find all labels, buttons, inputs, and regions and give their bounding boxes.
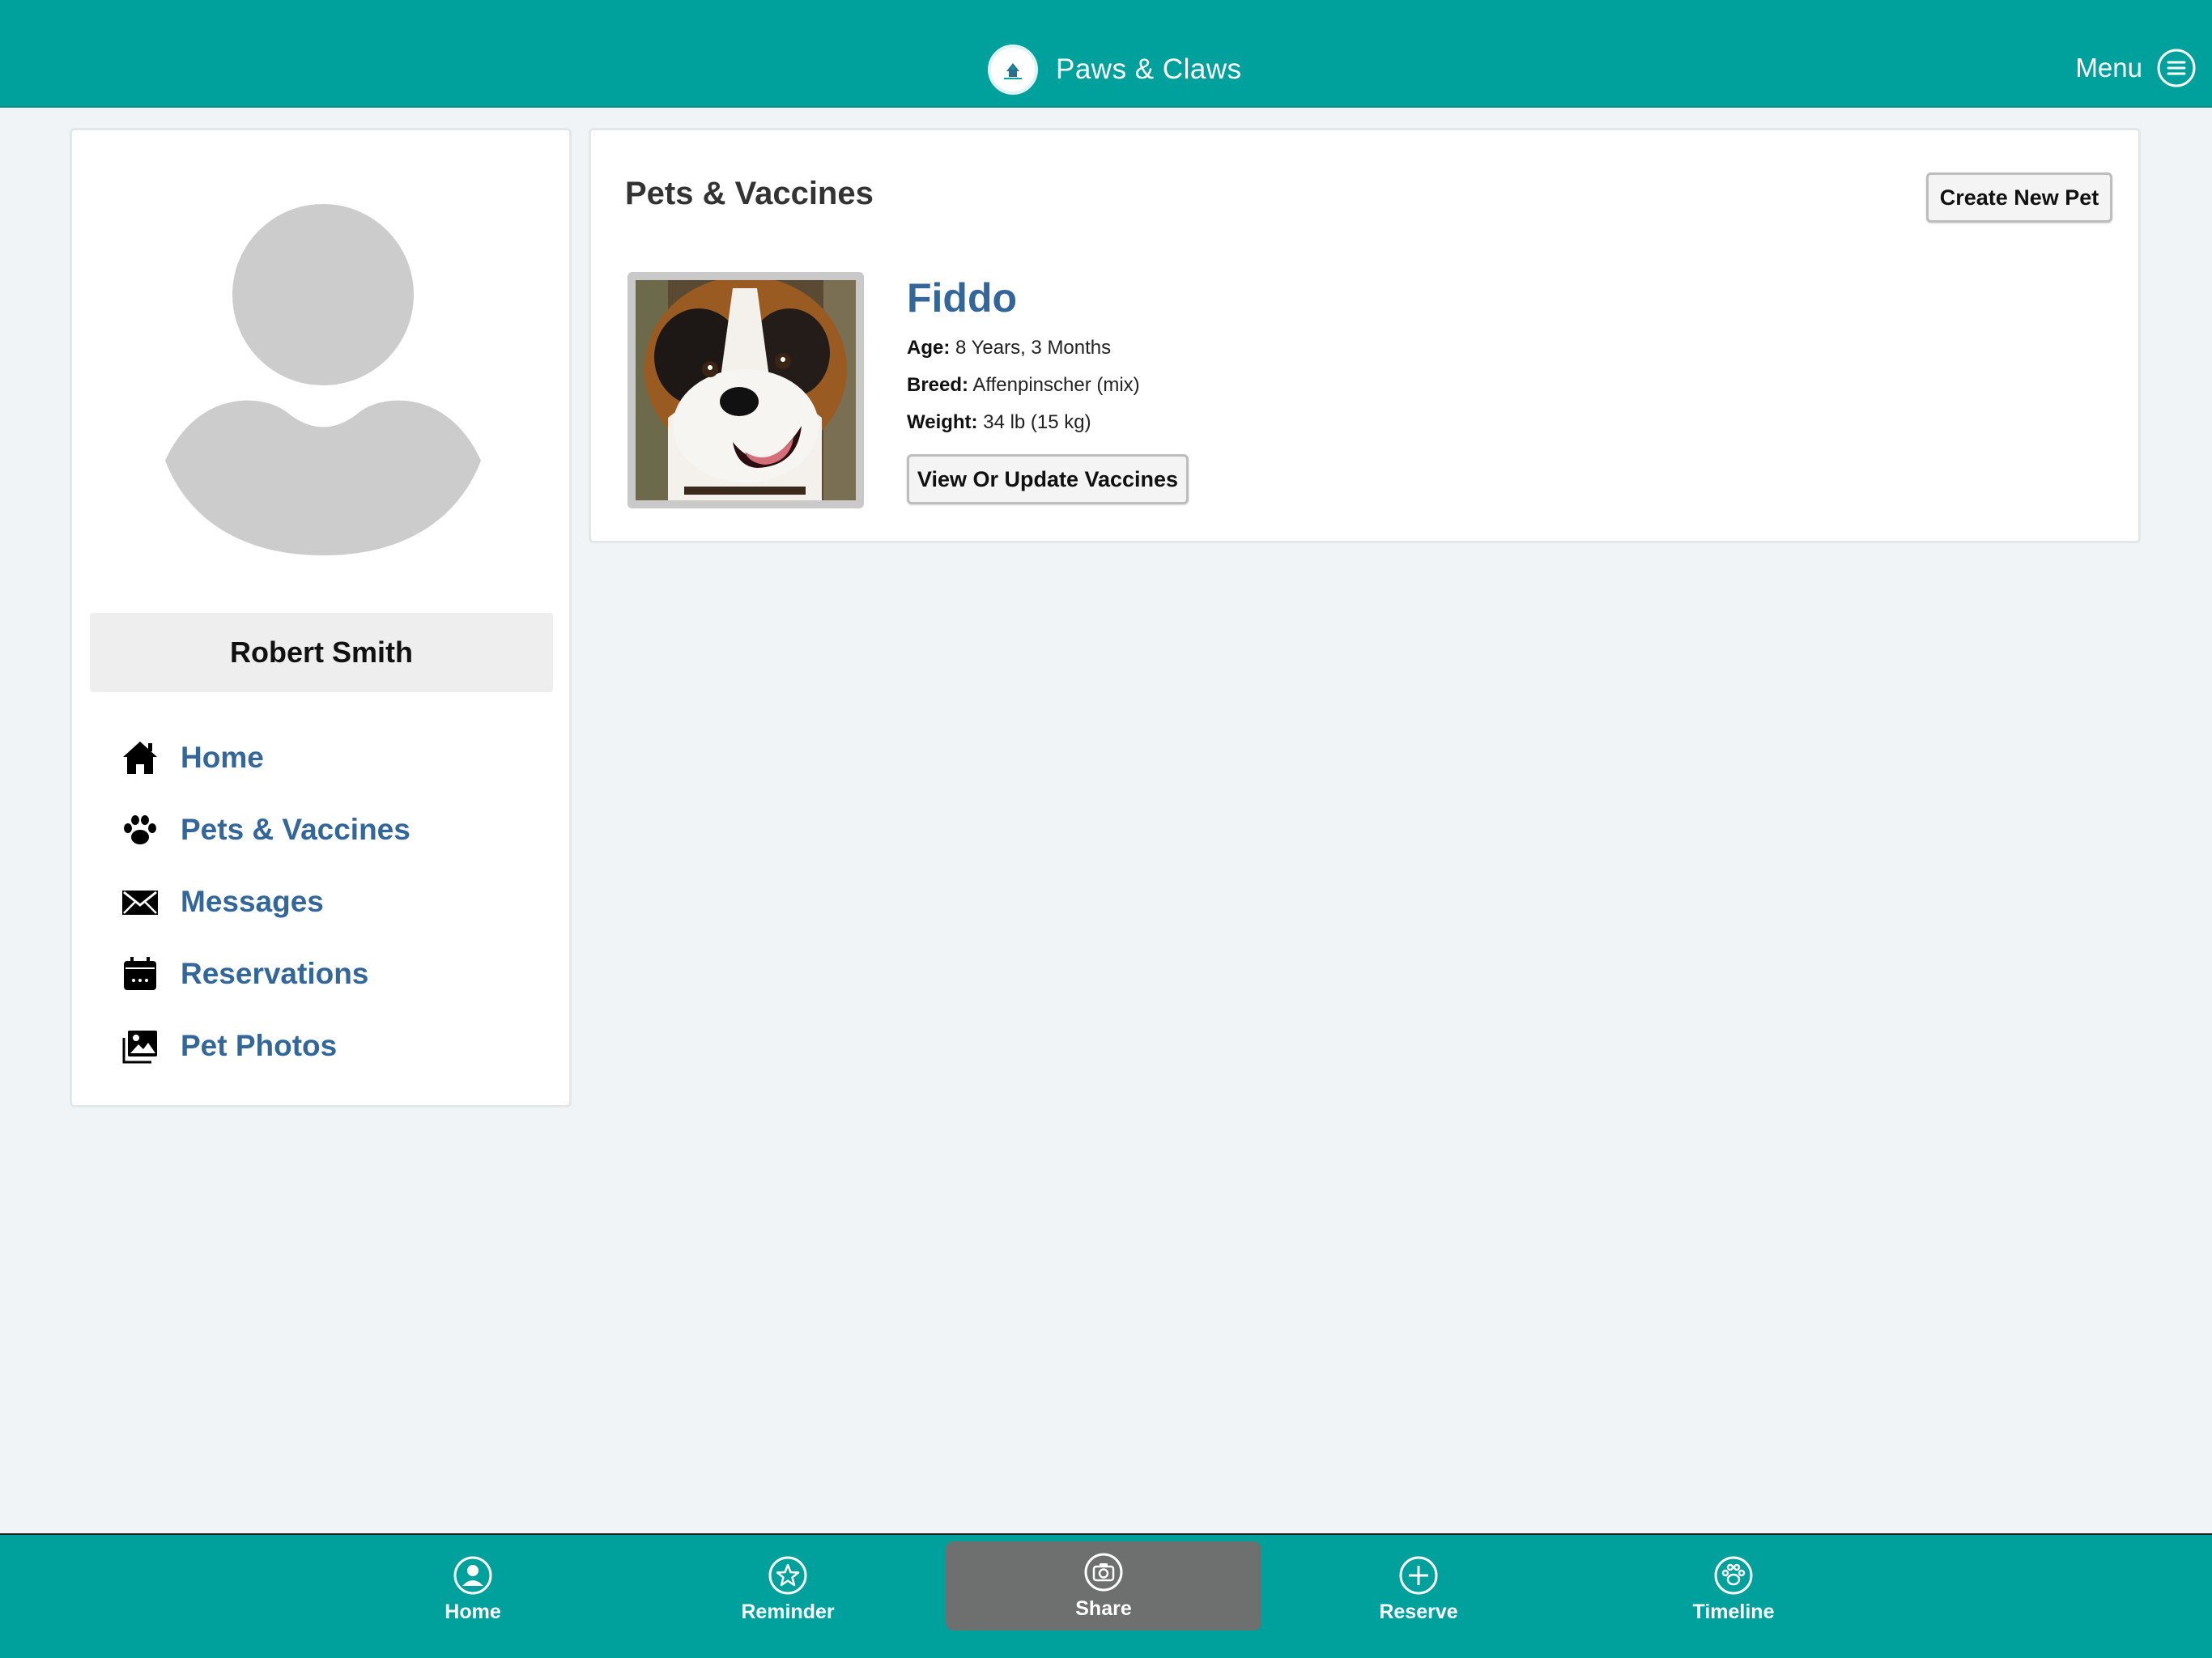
sidebar-item-label: Pets & Vaccines (181, 812, 410, 846)
tab-timeline[interactable]: Timeline (1576, 1545, 1891, 1634)
person-circle-icon (453, 1556, 492, 1594)
brand[interactable]: Paws & Claws (988, 44, 1242, 96)
calendar-icon (124, 956, 156, 990)
pet-name-link[interactable]: Fiddo (907, 274, 1017, 321)
pet-weight-value: 34 lb (15 kg) (983, 411, 1091, 433)
tab-label: Home (445, 1600, 501, 1623)
create-new-pet-button[interactable]: Create New Pet (1926, 172, 2112, 223)
sidebar-item-pet-photos[interactable]: Pet Photos (121, 1010, 410, 1082)
star-circle-icon (768, 1556, 807, 1594)
user-name: Robert Smith (90, 613, 553, 692)
brand-logo (988, 45, 1038, 95)
pets-vaccines-panel: Pets & Vaccines Create New Pet Fiddo Age… (589, 128, 2141, 543)
pet-breed-value: Affenpinscher (mix) (972, 374, 1140, 396)
sidebar-item-label: Pet Photos (181, 1028, 338, 1062)
menu-button[interactable]: Menu (2075, 47, 2197, 89)
tab-home[interactable]: Home (315, 1545, 631, 1634)
sidebar-item-messages[interactable]: Messages (121, 865, 410, 937)
avatar-placeholder-icon (165, 204, 481, 555)
brand-name: Paws & Claws (1056, 53, 1242, 85)
pet-age: Age: 8 Years, 3 Months (907, 337, 1111, 359)
pet-age-value: 8 Years, 3 Months (955, 337, 1112, 359)
pet-weight-label: Weight: (907, 411, 978, 433)
menu-label: Menu (2075, 53, 2142, 83)
sidebar-item-home[interactable]: Home (121, 721, 410, 793)
tab-label: Share (1075, 1596, 1132, 1620)
sidebar-nav: Home Pets & Vaccines Messages Reservatio… (121, 721, 410, 1082)
hamburger-icon (2157, 49, 2196, 87)
paw-icon (124, 814, 156, 844)
plus-circle-icon (1399, 1556, 1438, 1594)
tab-share[interactable]: Share (946, 1541, 1261, 1630)
sidebar-item-label: Reservations (181, 956, 369, 990)
tab-label: Reminder (741, 1600, 835, 1623)
sidebar-item-label: Messages (181, 884, 324, 918)
pet-weight: Weight: 34 lb (15 kg) (907, 411, 1091, 434)
tab-label: Reserve (1379, 1600, 1458, 1623)
pet-breed: Breed: Affenpinscher (mix) (907, 374, 1140, 397)
bottom-tab-bar: Home Reminder Share Reserve Timeline (0, 1533, 2212, 1658)
sidebar-item-reservations[interactable]: Reservations (121, 937, 410, 1010)
home-icon (123, 741, 157, 774)
sidebar-item-label: Home (181, 740, 264, 774)
top-bar: Paws & Claws Menu (0, 0, 2212, 108)
tab-reserve[interactable]: Reserve (1261, 1545, 1576, 1634)
tab-label: Timeline (1692, 1600, 1775, 1623)
photos-icon (122, 1030, 157, 1063)
camera-circle-icon (1084, 1553, 1123, 1591)
sidebar-item-pets-vaccines[interactable]: Pets & Vaccines (121, 793, 410, 865)
page-title: Pets & Vaccines (625, 176, 874, 211)
tab-reminder[interactable]: Reminder (630, 1545, 946, 1634)
paw-circle-icon (1714, 1556, 1753, 1594)
profile-sidebar: Robert Smith Home Pets & Vaccines Messag… (70, 128, 572, 1107)
pet-age-label: Age: (907, 337, 951, 359)
envelope-icon (122, 890, 158, 915)
view-update-vaccines-button[interactable]: View Or Update Vaccines (907, 454, 1189, 504)
pet-breed-label: Breed: (907, 374, 969, 396)
pet-photo[interactable] (627, 272, 864, 508)
